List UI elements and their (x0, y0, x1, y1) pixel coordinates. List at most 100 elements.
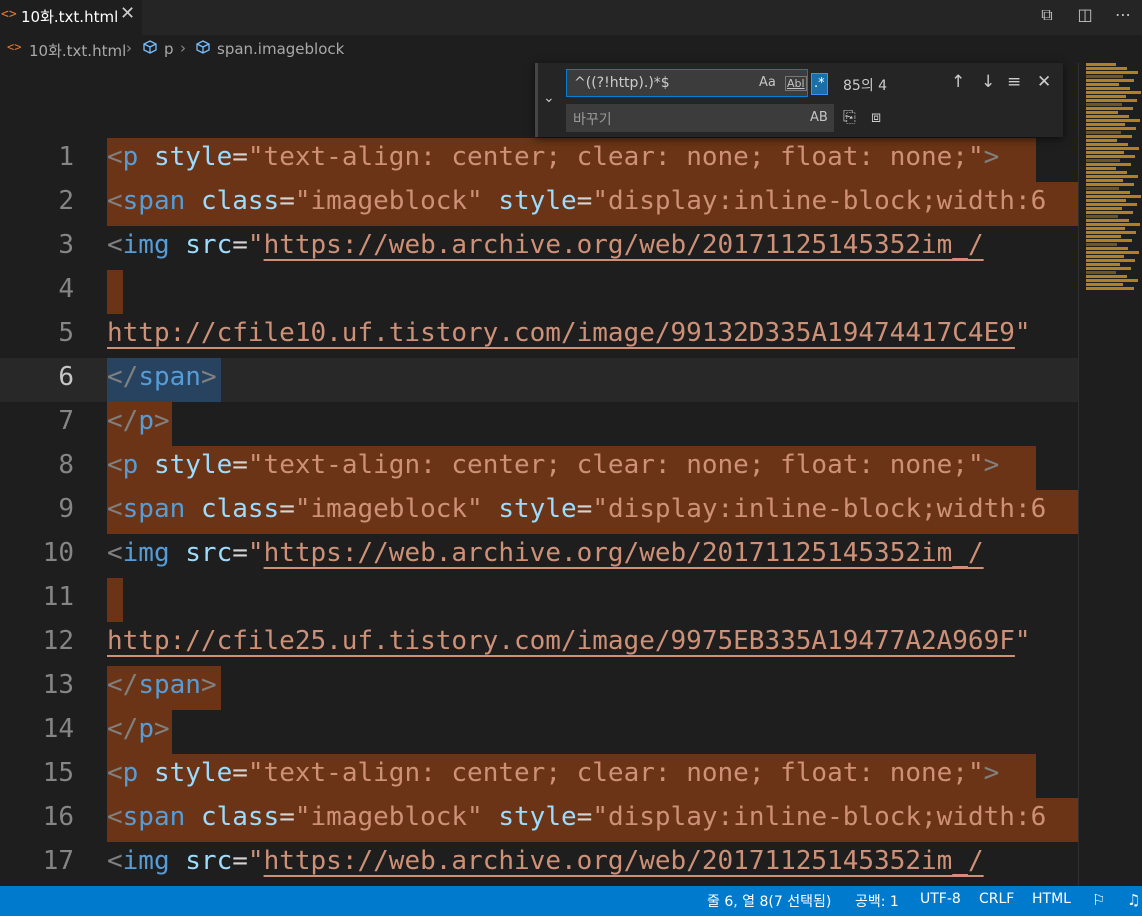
token-br: < (107, 758, 123, 788)
code-line[interactable]: 16 <span class="imageblock" style="displa… (0, 798, 1078, 842)
token-br: < (107, 186, 123, 216)
token-sp (170, 538, 186, 568)
notifications-bell-icon[interactable]: ♫ (1127, 891, 1140, 909)
minimap-line (1086, 107, 1133, 110)
code-line[interactable]: 8 <p style="text-align: center; clear: no… (0, 446, 1078, 490)
editor-tab[interactable]: <> 10화.txt.html ✕ (0, 0, 142, 35)
find-input[interactable]: ^((?!http).)*$ Aa Abl .* (566, 69, 828, 97)
split-editor-icon[interactable]: ◫ (1066, 0, 1104, 35)
replace-input[interactable]: 바꾸기 AB (566, 104, 834, 132)
match-case-button[interactable]: Aa (759, 75, 776, 90)
line-number: 17 (42, 846, 74, 876)
line-content: <img src="https://web.archive.org/web/20… (107, 538, 984, 568)
minimap-line (1086, 267, 1131, 270)
token-br: < (107, 802, 123, 832)
minimap-line (1086, 247, 1128, 250)
minimap-line (1086, 91, 1141, 94)
breadcrumb: <> 10화.txt.html › p › span.imageblock (0, 35, 1142, 63)
code-line[interactable]: 13 </span> (0, 666, 1078, 710)
code-line[interactable]: 6 </span> (0, 358, 1078, 402)
minimap[interactable] (1086, 63, 1142, 295)
token-br: < (107, 538, 123, 568)
token-str: "text-align: center; clear: none; float:… (247, 142, 984, 172)
code-line[interactable]: 1 <p style="text-align: center; clear: no… (0, 138, 1078, 182)
minimap-line (1086, 263, 1120, 266)
regex-button[interactable]: .* (811, 73, 828, 95)
token-attr: src (185, 846, 233, 876)
token-attr: class (200, 186, 280, 216)
feedback-icon[interactable]: ⚐ (1092, 891, 1105, 909)
minimap-line (1086, 239, 1132, 242)
token-url: http://cfile10.uf.tistory.com/image/9913… (107, 318, 1015, 348)
minimap-line (1086, 187, 1119, 190)
token-tag: span (138, 362, 201, 392)
token-sp (483, 494, 499, 524)
find-replace-widget: ⌄ ^((?!http).)*$ Aa Abl .* 85의 4 ↑ ↓ ≡ ✕… (535, 63, 1063, 137)
token-tag: img (122, 230, 170, 260)
minimap-line (1086, 175, 1138, 178)
minimap-line (1086, 195, 1141, 198)
code-line[interactable]: 2 <span class="imageblock" style="display… (0, 182, 1078, 226)
code-editor[interactable]: 1 <p style="text-align: center; clear: no… (0, 138, 1078, 886)
whole-word-button[interactable]: Abl (785, 76, 807, 91)
breadcrumb-symbol-p[interactable]: p (164, 40, 174, 58)
code-line[interactable]: 12 http://cfile25.uf.tistory.com/image/99… (0, 622, 1078, 666)
token-sp (170, 230, 186, 260)
replace-all-icon[interactable]: ⧈ (871, 107, 881, 127)
minimap-line (1086, 87, 1130, 90)
minimap-line (1086, 227, 1125, 230)
code-line[interactable]: 14 </p> (0, 710, 1078, 754)
minimap-line (1086, 243, 1117, 246)
open-preview-icon[interactable]: ⧉ (1028, 0, 1066, 35)
breadcrumb-symbol-span[interactable]: span.imageblock (217, 40, 344, 58)
line-content: <p style="text-align: center; clear: non… (107, 450, 999, 480)
cursor-position[interactable]: 줄 6, 열 8(7 선택됨) (707, 891, 831, 911)
preserve-case-button[interactable]: AB (810, 110, 828, 125)
token-eq: = (576, 186, 593, 216)
previous-match-icon[interactable]: ↑ (951, 72, 965, 92)
token-br: > (200, 362, 217, 392)
token-str: "display:inline-block;width:6 (592, 494, 1047, 524)
token-str: " (247, 538, 264, 568)
code-line[interactable]: 5 http://cfile10.uf.tistory.com/image/991… (0, 314, 1078, 358)
token-br: < (107, 230, 123, 260)
code-line[interactable]: 4 (0, 270, 1078, 314)
code-line[interactable]: 10 <img src="https://web.archive.org/web/… (0, 534, 1078, 578)
token-attr: style (498, 494, 577, 524)
line-content: <span class="imageblock" style="display:… (107, 802, 1046, 832)
code-line[interactable]: 7 </p> (0, 402, 1078, 446)
code-line[interactable]: 9 <span class="imageblock" style="display… (0, 490, 1078, 534)
toggle-replace-chevron-icon[interactable]: ⌄ (543, 90, 555, 106)
close-icon[interactable]: ✕ (120, 3, 135, 24)
symbol-element-icon (143, 40, 157, 54)
find-in-selection-icon[interactable]: ≡ (1007, 72, 1021, 92)
code-line[interactable]: 17 <img src="https://web.archive.org/web/… (0, 842, 1078, 886)
token-str: "imageblock" (294, 186, 483, 216)
token-sp (138, 450, 154, 480)
line-content: <img src="https://web.archive.org/web/20… (107, 846, 984, 876)
encoding[interactable]: UTF-8 (920, 891, 961, 907)
tab-bar: <> 10화.txt.html ✕ ⧉ ◫ ⋯ (0, 0, 1142, 35)
token-br: </ (107, 406, 139, 436)
breadcrumb-file[interactable]: 10화.txt.html (29, 40, 126, 61)
line-ending[interactable]: CRLF (979, 891, 1014, 907)
code-line[interactable]: 11 (0, 578, 1078, 622)
token-eq: = (232, 142, 248, 172)
token-str: " (1014, 626, 1031, 656)
token-br: </ (107, 714, 139, 744)
next-match-icon[interactable]: ↓ (981, 72, 995, 92)
language-mode[interactable]: HTML (1032, 891, 1071, 907)
token-tag: img (122, 538, 170, 568)
minimap-line (1086, 119, 1140, 122)
indentation[interactable]: 공백: 1 (855, 891, 899, 911)
token-eq: = (279, 186, 295, 216)
replace-icon[interactable]: ⎘ (843, 107, 856, 127)
minimap-line (1086, 167, 1116, 170)
token-str: "imageblock" (294, 802, 483, 832)
code-line[interactable]: 3 <img src="https://web.archive.org/web/2… (0, 226, 1078, 270)
token-eq: = (576, 802, 593, 832)
code-line[interactable]: 15 <p style="text-align: center; clear: n… (0, 754, 1078, 798)
token-br: </ (107, 362, 139, 392)
close-icon[interactable]: ✕ (1037, 72, 1051, 92)
more-actions-icon[interactable]: ⋯ (1104, 0, 1142, 35)
